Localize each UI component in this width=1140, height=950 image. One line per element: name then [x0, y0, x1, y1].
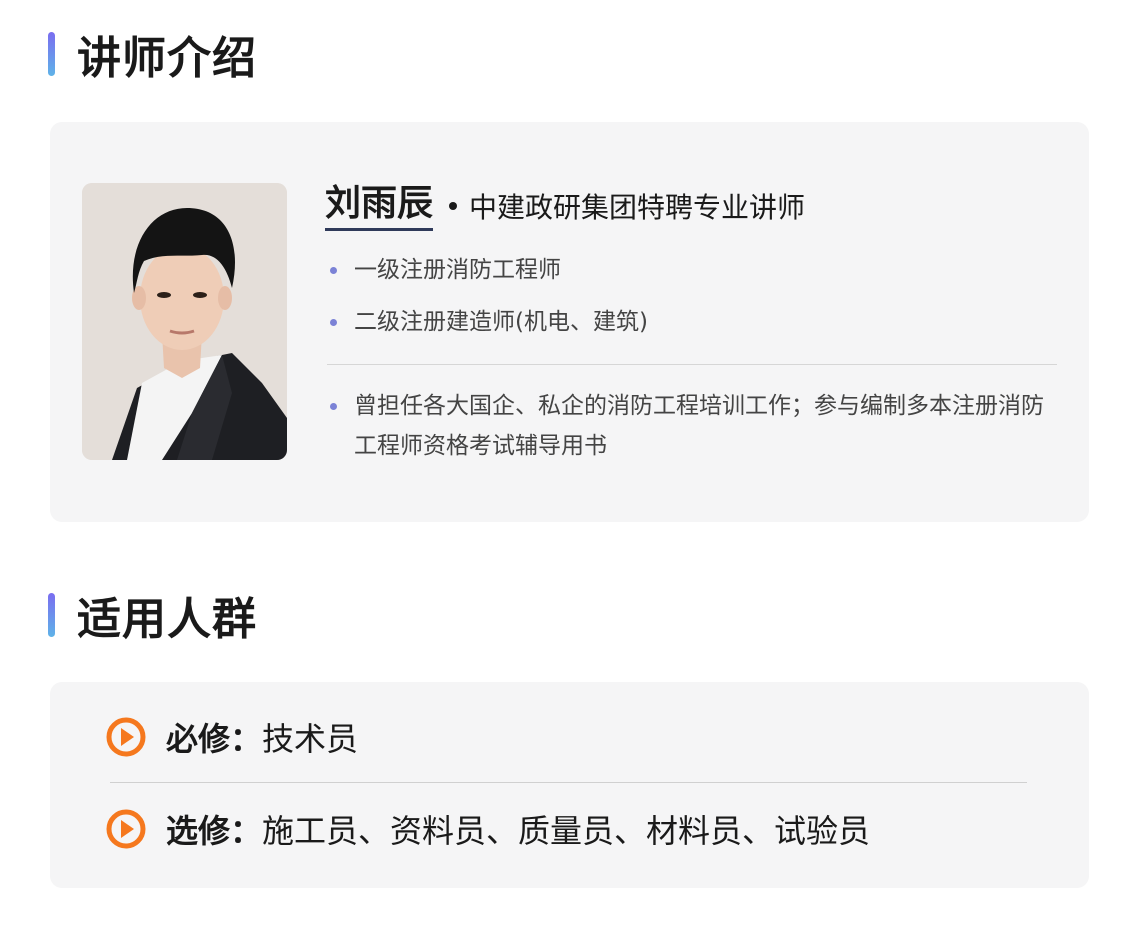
instructor-photo	[82, 183, 287, 460]
elective-label: 选修：	[166, 812, 263, 850]
title-accent-bar	[48, 593, 55, 637]
play-circle-icon	[106, 717, 146, 757]
instructor-role: 中建政研集团特聘专业讲师	[469, 191, 806, 224]
elective-row: 选修： 施工员、资料员、质量员、材料员、试验员	[106, 804, 870, 854]
instructor-card: 刘雨辰 中建政研集团特聘专业讲师 一级注册消防工程师 二级注册建造师(机电、建筑…	[50, 122, 1089, 522]
section-title-instructor: 讲师介绍	[77, 33, 257, 84]
elective-value: 施工员、资料员、质量员、材料员、试验员	[262, 812, 871, 850]
separator-dot	[449, 202, 458, 210]
instructor-name-row: 刘雨辰 中建政研集团特聘专业讲师	[325, 180, 805, 232]
section-header-audience: 适用人群	[48, 585, 257, 645]
divider	[327, 364, 1057, 365]
instructor-name: 刘雨辰	[325, 182, 434, 231]
play-circle-icon	[106, 809, 146, 849]
required-label: 必修：	[166, 720, 263, 758]
divider	[110, 782, 1027, 783]
required-value: 技术员	[262, 720, 359, 758]
title-accent-bar	[48, 32, 55, 76]
section-header-instructor: 讲师介绍	[48, 24, 257, 84]
qualification-item: 二级注册建造师(机电、建筑)	[330, 302, 648, 342]
qualification-item: 一级注册消防工程师	[330, 250, 561, 290]
section-title-audience: 适用人群	[77, 594, 257, 645]
audience-card: 必修： 技术员 选修： 施工员、资料员、质量员、材料员、试验员	[50, 682, 1089, 888]
experience-item: 曾担任各大国企、私企的消防工程培训工作；参与编制多本注册消防工程师资格考试辅导用…	[330, 386, 1064, 466]
required-row: 必修： 技术员	[106, 712, 358, 762]
